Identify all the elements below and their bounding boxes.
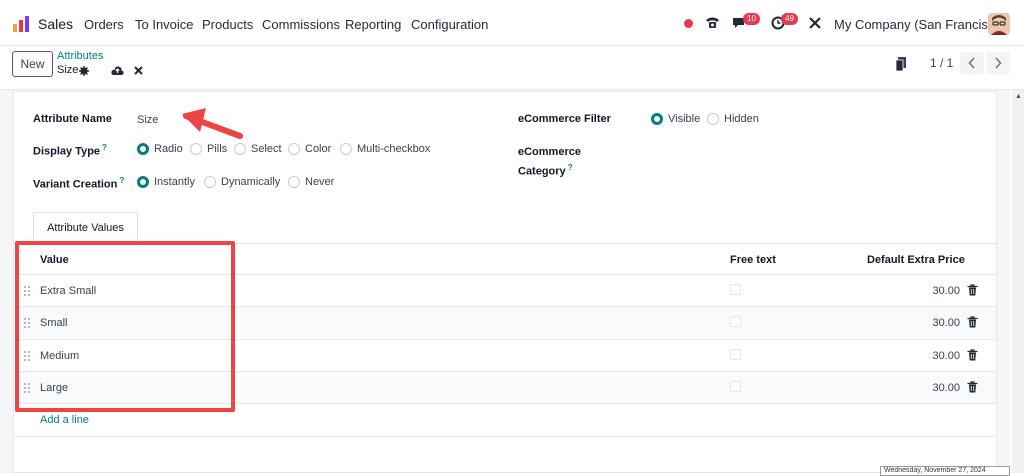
tab-attribute-values[interactable]: Attribute Values xyxy=(33,212,138,244)
ecommerce-category-label-text: Category xyxy=(518,165,566,178)
pager-next-button[interactable] xyxy=(986,52,1010,74)
row-extra-price[interactable]: 30.00 xyxy=(914,350,960,362)
discard-close-icon[interactable] xyxy=(134,66,143,75)
variant-creation-label-text: Variant Creation xyxy=(33,178,118,191)
row-extra-price[interactable]: 30.00 xyxy=(914,382,960,394)
menu-commissions[interactable]: Commissions xyxy=(262,17,340,32)
trash-icon[interactable] xyxy=(967,316,978,328)
attribute-name-label: Attribute Name xyxy=(33,113,112,125)
ecommerce-filter-visible-radio[interactable] xyxy=(651,113,663,125)
red-arrow-icon xyxy=(182,108,243,139)
trash-icon[interactable] xyxy=(967,284,978,296)
menu-to-invoice[interactable]: To Invoice xyxy=(135,17,194,32)
status-dot-icon[interactable] xyxy=(684,19,693,28)
column-header-free-text[interactable]: Free text xyxy=(730,254,776,266)
ecommerce-filter-label: eCommerce Filter xyxy=(518,113,611,125)
display-type-color-radio[interactable] xyxy=(288,143,300,155)
ecommerce-category-label: eCommerce xyxy=(518,146,581,158)
highlight-annotation-box xyxy=(15,241,235,412)
free-text-checkbox[interactable] xyxy=(730,381,741,392)
display-type-multi-checkbox-label[interactable]: Multi-checkbox xyxy=(357,143,430,155)
display-type-select-label[interactable]: Select xyxy=(251,143,282,155)
row-extra-price[interactable]: 30.00 xyxy=(914,317,960,329)
add-a-line-link[interactable]: Add a line xyxy=(40,414,89,426)
pager-previous-button[interactable] xyxy=(960,52,984,74)
scroll-up-icon[interactable]: ▲ xyxy=(1015,93,1022,100)
chevron-left-icon xyxy=(968,57,975,69)
menu-configuration[interactable]: Configuration xyxy=(411,17,488,32)
record-name: Size xyxy=(57,64,78,76)
phone-icon[interactable] xyxy=(705,15,720,30)
variant-creation-dynamically-radio[interactable] xyxy=(204,176,216,188)
scrollbar[interactable] xyxy=(1012,90,1024,473)
trash-icon[interactable] xyxy=(967,381,978,393)
user-avatar[interactable] xyxy=(988,13,1010,35)
variant-creation-label: Variant Creation? xyxy=(33,176,124,191)
menu-products[interactable]: Products xyxy=(202,17,253,32)
variant-creation-dynamically-label[interactable]: Dynamically xyxy=(221,176,280,188)
trash-icon[interactable] xyxy=(967,349,978,361)
tools-icon[interactable] xyxy=(808,16,822,30)
control-panel: New Attributes Size 1 / 1 xyxy=(0,46,1024,90)
display-type-label: Display Type? xyxy=(33,143,107,158)
free-text-checkbox[interactable] xyxy=(730,284,741,295)
record-name-text: Size xyxy=(57,64,79,76)
ecommerce-category-label-line2: Category? xyxy=(518,163,573,178)
free-text-checkbox[interactable] xyxy=(730,316,741,327)
variant-creation-instantly-radio[interactable] xyxy=(137,176,149,188)
display-type-radio-label[interactable]: Radio xyxy=(154,143,183,155)
row-extra-price[interactable]: 30.00 xyxy=(914,285,960,297)
display-type-radio-radio[interactable] xyxy=(137,143,149,155)
chevron-right-icon xyxy=(995,57,1002,69)
free-text-checkbox[interactable] xyxy=(730,349,741,360)
activity-badge: 49 xyxy=(781,13,798,25)
company-switcher[interactable]: My Company (San Francisco) xyxy=(834,17,1006,32)
display-type-label-text: Display Type xyxy=(33,145,101,158)
avatar-image-icon xyxy=(988,13,1010,35)
display-type-multi-checkbox-radio[interactable] xyxy=(340,143,352,155)
table-bottom-divider xyxy=(14,436,996,437)
variant-creation-tooltip-icon[interactable]: ? xyxy=(119,176,124,185)
ecommerce-category-tooltip-icon[interactable]: ? xyxy=(568,163,573,172)
variant-creation-never-label[interactable]: Never xyxy=(305,176,334,188)
cloud-save-icon[interactable] xyxy=(111,65,124,76)
date-tooltip: Wednesday, November 27, 2024 xyxy=(880,466,1010,476)
sales-app-icon[interactable] xyxy=(12,15,30,33)
ecommerce-filter-visible-label[interactable]: Visible xyxy=(668,113,700,125)
top-navbar: Sales Orders To Invoice Products Commiss… xyxy=(0,0,1024,46)
menu-reporting[interactable]: Reporting xyxy=(345,17,401,32)
chat-badge: 10 xyxy=(743,13,760,25)
pager-value[interactable]: 1 / 1 xyxy=(930,56,953,70)
document-copy-icon[interactable] xyxy=(896,57,906,71)
variant-creation-instantly-label[interactable]: Instantly xyxy=(154,176,195,188)
ecommerce-filter-hidden-label[interactable]: Hidden xyxy=(724,113,759,125)
gear-icon[interactable] xyxy=(79,66,89,76)
new-button[interactable]: New xyxy=(12,51,53,77)
menu-orders[interactable]: Orders xyxy=(84,17,124,32)
attribute-name-input[interactable]: Size xyxy=(137,114,158,126)
display-type-color-label[interactable]: Color xyxy=(305,143,331,155)
ecommerce-filter-hidden-radio[interactable] xyxy=(707,113,719,125)
app-name[interactable]: Sales xyxy=(38,16,73,32)
variant-creation-never-radio[interactable] xyxy=(288,176,300,188)
display-type-tooltip-icon[interactable]: ? xyxy=(102,143,107,152)
column-header-default-extra-price[interactable]: Default Extra Price xyxy=(867,254,965,266)
breadcrumb-attributes[interactable]: Attributes xyxy=(57,50,103,62)
